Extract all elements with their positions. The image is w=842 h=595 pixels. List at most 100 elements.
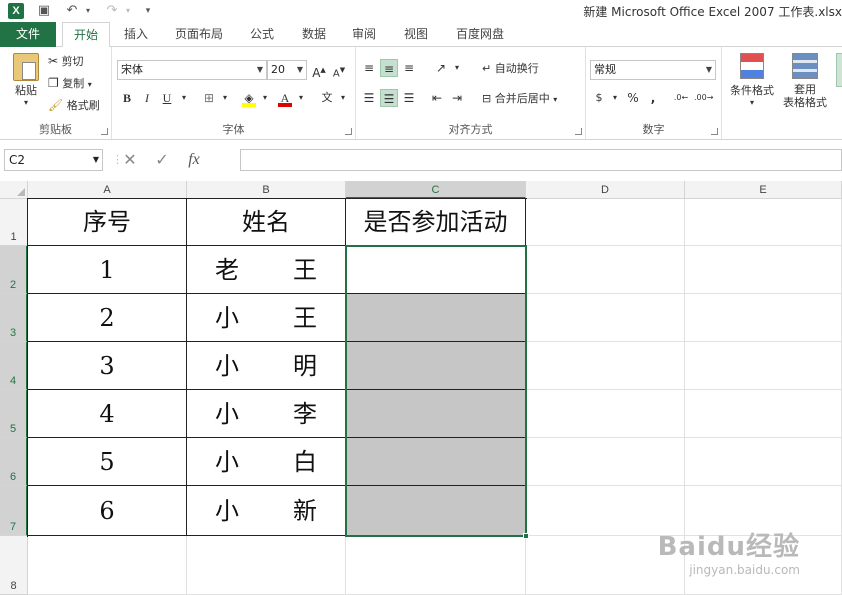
cell-a2[interactable]: 1: [28, 246, 187, 294]
row-header-1[interactable]: 1: [0, 199, 28, 246]
align-top-icon[interactable]: ≡: [360, 59, 378, 77]
enter-icon[interactable]: ✓: [150, 149, 174, 171]
grow-font-button[interactable]: A▲: [310, 61, 328, 80]
phonetic-dropdown-icon[interactable]: ▾: [334, 89, 352, 107]
tab-page-layout[interactable]: 页面布局: [166, 22, 232, 47]
cell-b4[interactable]: 小明: [187, 342, 346, 390]
cell-c6[interactable]: [346, 438, 526, 486]
tab-insert[interactable]: 插入: [114, 22, 158, 47]
align-center-icon[interactable]: ☰: [380, 89, 398, 107]
select-all-button[interactable]: [0, 181, 28, 199]
percent-button[interactable]: %: [624, 89, 642, 107]
borders-dropdown-icon[interactable]: ▾: [216, 89, 234, 107]
cell-e4[interactable]: [685, 342, 842, 390]
cell-b3[interactable]: 小王: [187, 294, 346, 342]
tab-review[interactable]: 审阅: [342, 22, 386, 47]
cell-d5[interactable]: [526, 390, 685, 438]
cell-e5[interactable]: [685, 390, 842, 438]
cell-c4[interactable]: [346, 342, 526, 390]
italic-button[interactable]: I: [138, 89, 156, 107]
paste-button[interactable]: 粘贴 ▾: [8, 53, 44, 107]
clipboard-launcher-icon[interactable]: [101, 128, 108, 135]
cell-c7[interactable]: [346, 486, 526, 536]
header-name[interactable]: 姓名: [187, 199, 346, 246]
cell-c8[interactable]: [346, 536, 526, 595]
merge-center-button[interactable]: ⊟ 合并后居中 ▾: [482, 91, 557, 108]
formula-input[interactable]: [240, 149, 842, 171]
font-color-dropdown-icon[interactable]: ▾: [292, 89, 310, 107]
cell-a6[interactable]: 5: [28, 438, 187, 486]
header-attend-activity[interactable]: 是否参加活动: [346, 199, 526, 246]
column-header-e[interactable]: E: [685, 181, 842, 199]
redo-icon[interactable]: ↷: [104, 3, 120, 19]
shrink-font-button[interactable]: A▼: [330, 61, 348, 79]
tab-file[interactable]: 文件: [0, 22, 56, 47]
cut-button[interactable]: ✂ 剪切: [48, 53, 84, 70]
cell-d3[interactable]: [526, 294, 685, 342]
underline-button[interactable]: U: [158, 89, 176, 107]
comma-button[interactable]: ,: [644, 89, 662, 107]
font-name-select[interactable]: 宋体 ▼: [117, 60, 267, 80]
number-launcher-icon[interactable]: [711, 128, 718, 135]
cell-d2[interactable]: [526, 246, 685, 294]
tab-home[interactable]: 开始: [62, 22, 110, 48]
column-header-b[interactable]: B: [187, 181, 346, 199]
cell-b5[interactable]: 小李: [187, 390, 346, 438]
fill-handle[interactable]: [523, 533, 529, 539]
header-number[interactable]: 序号: [28, 199, 187, 246]
tab-view[interactable]: 视图: [394, 22, 438, 47]
bold-button[interactable]: B: [118, 89, 136, 107]
number-format-select[interactable]: 常规 ▼: [590, 60, 716, 80]
cell-e3[interactable]: [685, 294, 842, 342]
cell-a5[interactable]: 4: [28, 390, 187, 438]
customize-qat-icon[interactable]: ▾: [140, 3, 156, 19]
font-size-select[interactable]: 20 ▼: [267, 60, 307, 80]
increase-indent-icon[interactable]: ⇥: [448, 89, 466, 107]
align-right-icon[interactable]: ☰: [400, 89, 418, 107]
align-left-icon[interactable]: ☰: [360, 89, 378, 107]
increase-decimal-icon[interactable]: .0←: [672, 89, 690, 107]
save-icon[interactable]: ▣: [36, 3, 52, 19]
format-painter-button[interactable]: 🖌 格式刷: [48, 97, 100, 114]
decrease-indent-icon[interactable]: ⇤: [428, 89, 446, 107]
cell-c3[interactable]: [346, 294, 526, 342]
cell-b2[interactable]: 老王: [187, 246, 346, 294]
cell-c2[interactable]: [346, 246, 526, 294]
tab-formulas[interactable]: 公式: [240, 22, 284, 47]
underline-dropdown-icon[interactable]: ▾: [175, 89, 193, 107]
cell-d1[interactable]: [526, 199, 685, 246]
name-box[interactable]: C2 ▼: [4, 149, 103, 171]
conditional-format-button[interactable]: 条件格式 ▾: [726, 53, 778, 107]
fill-color-dropdown-icon[interactable]: ▾: [256, 89, 274, 107]
alignment-launcher-icon[interactable]: [575, 128, 582, 135]
tab-data[interactable]: 数据: [292, 22, 336, 47]
accounting-dropdown-icon[interactable]: ▾: [606, 89, 624, 107]
row-header-2[interactable]: 2: [0, 246, 28, 294]
font-launcher-icon[interactable]: [345, 128, 352, 135]
row-header-5[interactable]: 5: [0, 390, 28, 438]
cell-e2[interactable]: [685, 246, 842, 294]
tab-baidu-netdisk[interactable]: 百度网盘: [448, 22, 512, 47]
align-middle-icon[interactable]: ≡: [380, 59, 398, 77]
cell-a7[interactable]: 6: [28, 486, 187, 536]
insert-function-icon[interactable]: fx: [182, 149, 206, 171]
cell-styles-button[interactable]: [836, 53, 842, 87]
align-bottom-icon[interactable]: ≡: [400, 59, 418, 77]
wrap-text-button[interactable]: ↵ 自动换行: [482, 61, 539, 77]
format-as-table-button[interactable]: 套用 表格格式: [776, 53, 834, 109]
cell-c5[interactable]: [346, 390, 526, 438]
cell-e1[interactable]: [685, 199, 842, 246]
copy-button[interactable]: ❐ 复制 ▾: [48, 75, 92, 93]
cancel-icon[interactable]: ✕: [118, 149, 142, 171]
cell-a8[interactable]: [28, 536, 187, 595]
row-header-7[interactable]: 7: [0, 486, 28, 536]
column-header-d[interactable]: D: [526, 181, 685, 199]
column-header-a[interactable]: A: [28, 181, 187, 199]
row-header-8[interactable]: 8: [0, 536, 28, 595]
cell-d4[interactable]: [526, 342, 685, 390]
cell-b8[interactable]: [187, 536, 346, 595]
row-header-4[interactable]: 4: [0, 342, 28, 390]
cell-b6[interactable]: 小白: [187, 438, 346, 486]
cell-e6[interactable]: [685, 438, 842, 486]
column-header-c[interactable]: C: [346, 181, 526, 199]
